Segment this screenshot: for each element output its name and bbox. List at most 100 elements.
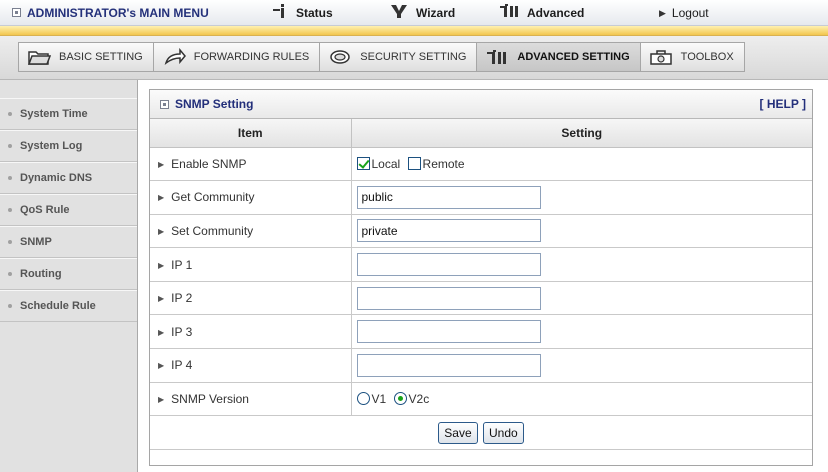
- triangle-right-icon: ▶: [158, 260, 165, 270]
- bullet-icon: [8, 304, 12, 308]
- get-community-input[interactable]: [356, 185, 541, 209]
- snmp-setting-panel: SNMP Setting [ HELP ] Item Setting ▶ Enab…: [149, 89, 813, 466]
- v2c-radio[interactable]: [393, 391, 407, 405]
- sidebar-item-label: System Time: [20, 108, 88, 120]
- triangle-right-icon: ▶: [158, 327, 165, 337]
- tab-basic-setting[interactable]: BASIC SETTING: [19, 43, 154, 71]
- tab-advanced-setting[interactable]: ADVANCED SETTING: [477, 43, 641, 71]
- sidebar-item-system-log[interactable]: System Log: [0, 130, 137, 162]
- remote-checkbox[interactable]: [407, 156, 421, 170]
- local-checkbox[interactable]: [356, 156, 370, 170]
- panel-title: SNMP Setting: [160, 97, 253, 111]
- row-label: ▶ IP 3: [150, 314, 352, 350]
- sidebar-item-label: System Log: [20, 140, 83, 152]
- row-setting: [350, 280, 812, 316]
- table-row: ▶ IP 4: [150, 348, 812, 383]
- row-label: ▶ IP 1: [150, 247, 352, 282]
- row-label-text: Get Community: [171, 190, 255, 205]
- table-row: ▶ Enable SNMP Local Remote: [150, 146, 812, 182]
- save-button[interactable]: Save: [438, 421, 478, 444]
- bullet-icon: [8, 144, 12, 148]
- undo-button[interactable]: Undo: [483, 421, 524, 444]
- forward-icon: [162, 47, 186, 66]
- help-link[interactable]: [ HELP ]: [760, 97, 806, 111]
- main-menu-title-text: ADMINISTRATOR's MAIN MENU: [27, 5, 209, 20]
- v1-radio[interactable]: [356, 391, 370, 405]
- row-label: ▶ Get Community: [150, 180, 352, 215]
- bullet-icon: [8, 240, 12, 244]
- row-label: ▶ Enable SNMP: [150, 146, 352, 182]
- ip4-input[interactable]: [356, 353, 541, 377]
- v1-radio-label: V1: [371, 391, 387, 406]
- sidebar-item-routing[interactable]: Routing: [0, 258, 137, 290]
- sidebar-item-label: SNMP: [20, 236, 52, 248]
- triangle-right-icon: ▶: [158, 159, 165, 169]
- advanced-icon: [499, 3, 519, 23]
- tab-security-setting[interactable]: SECURITY SETTING: [320, 43, 478, 71]
- sidebar-item-label: QoS Rule: [20, 204, 70, 216]
- table-row: ▶ SNMP Version V1 V2c: [150, 381, 812, 417]
- table-header-row: Item Setting: [150, 119, 812, 148]
- main-menu-title: ADMINISTRATOR's MAIN MENU: [12, 6, 209, 20]
- table-row-buttons: Save Undo: [150, 415, 812, 450]
- row-label: ▶ IP 2: [150, 280, 352, 316]
- tab-forwarding-rules[interactable]: FORWARDING RULES: [153, 43, 321, 71]
- column-header-setting: Setting: [350, 119, 812, 148]
- triangle-right-icon: ▶: [158, 394, 165, 404]
- settings-table: Item Setting ▶ Enable SNMP Local Remote ▶…: [150, 119, 812, 450]
- tab-basic-setting-label: BASIC SETTING: [59, 51, 143, 63]
- sidebar-item-system-time[interactable]: System Time: [0, 98, 137, 130]
- row-label-text: SNMP Version: [171, 391, 249, 406]
- remote-checkbox-label: Remote: [422, 156, 465, 171]
- table-row: ▶ Get Community: [150, 180, 812, 215]
- wizard-link[interactable]: Wizard: [390, 0, 455, 26]
- row-label: ▶ Set Community: [150, 213, 352, 249]
- row-setting: [350, 314, 812, 350]
- table-row: ▶ Set Community: [150, 213, 812, 249]
- status-link-label: Status: [296, 6, 333, 20]
- column-header-item: Item: [150, 119, 352, 148]
- panel-header: SNMP Setting [ HELP ]: [150, 90, 812, 119]
- sidebar-item-schedule-rule[interactable]: Schedule Rule: [0, 290, 137, 322]
- row-label: ▶ IP 4: [150, 348, 352, 383]
- triangle-right-icon: ▶: [158, 294, 165, 304]
- wizard-link-label: Wizard: [416, 6, 456, 20]
- sidebar-item-snmp[interactable]: SNMP: [0, 226, 137, 258]
- tab-toolbox-label: TOOLBOX: [680, 51, 734, 63]
- wizard-icon: [390, 3, 408, 23]
- table-row: ▶ IP 3: [150, 314, 812, 350]
- top-menu-bar: ADMINISTRATOR's MAIN MENU Status Wizard …: [0, 0, 828, 26]
- panel-title-text: SNMP Setting: [175, 97, 254, 111]
- set-community-input[interactable]: [356, 219, 541, 243]
- status-link[interactable]: Status: [272, 0, 333, 26]
- advanced-link[interactable]: Advanced: [499, 0, 584, 26]
- triangle-right-icon: ▶: [158, 226, 165, 236]
- toolbox-icon: [649, 48, 673, 66]
- tab-row: BASIC SETTING FORWARDING RULES SECURITY …: [0, 36, 828, 80]
- logout-link[interactable]: ▶ Logout: [659, 0, 709, 26]
- row-label-text: IP 1: [171, 257, 193, 272]
- row-setting: [350, 180, 812, 215]
- arrow-right-icon: ▶: [659, 7, 666, 18]
- row-label-text: IP 2: [171, 291, 193, 306]
- row-setting: [350, 247, 812, 282]
- ip1-input[interactable]: [356, 253, 541, 277]
- bullet-icon: [8, 208, 12, 212]
- v2c-radio-label: V2c: [408, 391, 430, 406]
- advanced-link-label: Advanced: [527, 6, 585, 20]
- row-label-text: IP 4: [171, 358, 193, 373]
- ip2-input[interactable]: [356, 286, 541, 310]
- ip3-input[interactable]: [356, 320, 541, 344]
- bullet-icon: [8, 176, 12, 180]
- tab-strip: BASIC SETTING FORWARDING RULES SECURITY …: [18, 42, 745, 72]
- sidebar-item-dynamic-dns[interactable]: Dynamic DNS: [0, 162, 137, 194]
- row-setting: V1 V2c: [350, 381, 812, 417]
- accent-band: [0, 26, 828, 36]
- row-label-text: IP 3: [171, 324, 193, 339]
- row-setting: [350, 213, 812, 249]
- tab-toolbox[interactable]: TOOLBOX: [640, 43, 744, 71]
- row-setting: Local Remote: [350, 146, 812, 182]
- table-row: ▶ IP 2: [150, 280, 812, 316]
- sidebar-item-qos-rule[interactable]: QoS Rule: [0, 194, 137, 226]
